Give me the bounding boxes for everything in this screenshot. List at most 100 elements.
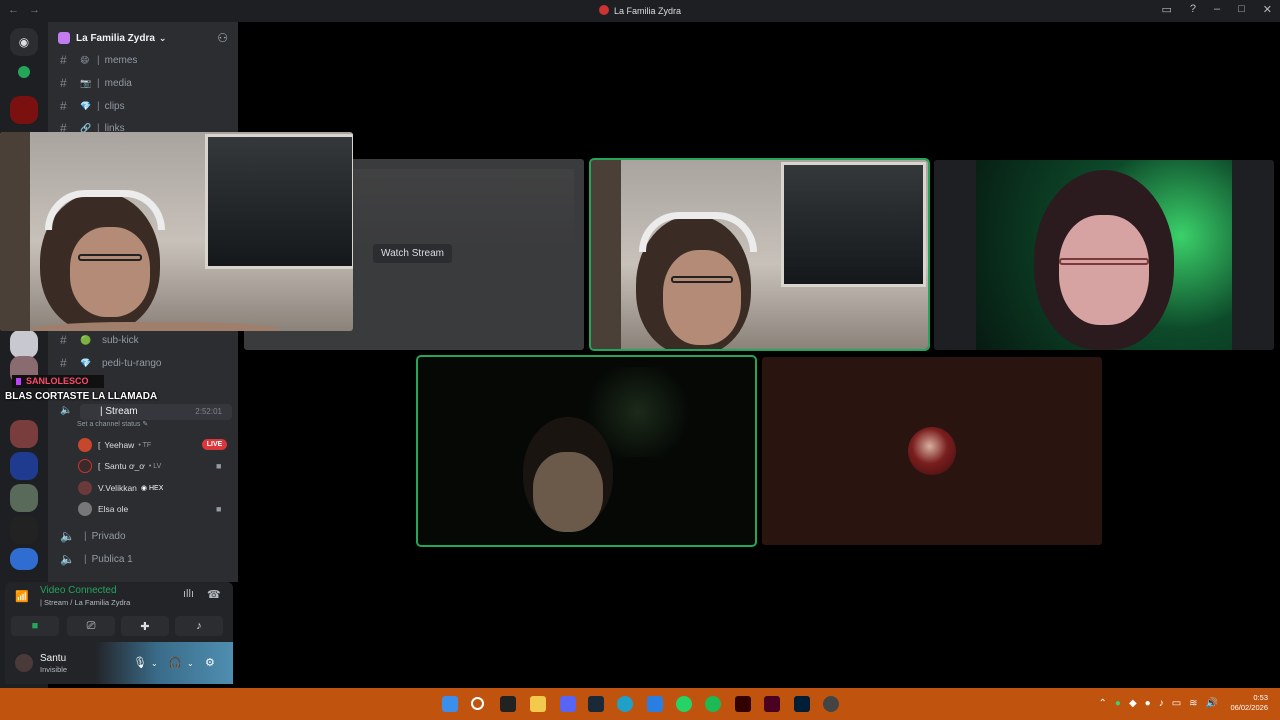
user-avatar[interactable] [13,652,35,674]
close-button[interactable]: ✕ [1263,3,1272,16]
tray-app-icon[interactable]: ● [1115,698,1121,709]
headphones [639,212,757,252]
online-server-icon[interactable] [18,66,30,78]
person-face [1059,215,1149,325]
avatar [78,438,92,452]
video-tile-santu[interactable] [589,158,930,351]
whatsapp-icon[interactable] [676,696,692,712]
channel-emoji: 📷 [80,77,92,88]
indesign-icon[interactable] [764,696,780,712]
channel-emoji: 😄 [80,54,90,65]
app-icon[interactable] [823,696,839,712]
watch-stream-button[interactable]: Watch Stream [373,244,452,263]
photoshop-icon[interactable] [794,696,810,712]
file-explorer-icon[interactable] [530,696,546,712]
headphones-icon[interactable]: 🎧 [168,656,182,669]
channel-name: clips [104,100,125,112]
tray-app-icon[interactable]: ● [1145,698,1151,709]
soundboard-button[interactable]: ♪ [175,616,223,636]
background-window [205,134,353,269]
discord-app-icon[interactable] [560,696,576,712]
settings-gear-icon[interactable]: ⚙ [205,656,215,669]
illustrator-icon[interactable] [735,696,751,712]
server-icon-4[interactable] [10,452,38,480]
live-badge: LIVE [202,439,227,450]
channel-sub-kick[interactable]: # 🟢 sub-kick [60,330,139,350]
spotify-icon[interactable] [705,696,721,712]
system-tray: ⌃ ● ◆ ● ♪ ▭ ≋ 🔊 [1099,698,1218,709]
server-icon-csgo[interactable] [10,516,38,544]
user-avatar [908,427,956,475]
video-tile-elsa[interactable] [416,355,757,547]
server-icon-1[interactable] [10,330,38,358]
steam-icon[interactable] [588,696,604,712]
chevron-down-icon[interactable]: ⌄ [187,659,194,668]
voice-member-santu[interactable]: [ Santu ơ_ơ • LV [78,457,161,475]
video-tile-avatar-only[interactable] [762,357,1102,545]
channel-name: Publica 1 [91,553,133,565]
hash-icon: # [60,333,67,347]
voice-status[interactable]: Video Connected [40,585,117,596]
inbox-icon[interactable]: ▭ [1161,3,1171,16]
headphones [45,190,165,230]
channel-memes[interactable]: # 😄 | memes [60,50,137,70]
window-title: La Familia Zydra [0,5,1280,16]
search-icon[interactable] [471,697,484,710]
store-icon[interactable] [647,696,663,712]
server-logo-icon [598,5,609,15]
microphone-icon[interactable]: 🎙 [133,656,147,669]
edge-browser-icon[interactable] [617,696,633,712]
channel-name: sub-kick [102,334,139,346]
help-icon[interactable]: ? [1190,3,1196,16]
camera-toggle-button[interactable]: ■ [11,616,59,636]
chevron-up-icon[interactable]: ⌃ [1099,698,1107,709]
clock[interactable]: 0:53 06/02/2026 [1230,693,1268,713]
windows-start-icon[interactable] [442,696,458,712]
title-bar: ← → La Familia Zydra ▭ ? – □ ✕ [0,0,1280,22]
battery-icon[interactable]: ▭ [1172,698,1181,709]
discord-home-icon[interactable]: ◉ [10,28,38,56]
voice-member-elsa[interactable]: Elsa ole [78,500,128,518]
background-window [781,162,926,287]
channel-clips[interactable]: # 💎 | clips [60,96,125,116]
server-icon-3[interactable] [10,420,38,448]
maximize-button[interactable]: □ [1238,3,1245,16]
channel-emoji: 🟢 [80,334,92,345]
activities-button[interactable]: ✚ [121,616,169,636]
voice-channel-publica[interactable]: 🔈 | Publica 1 [60,549,133,569]
voice-member-yeehaw[interactable]: [ Yeehaw • TF [78,436,151,454]
stream-duration: 2:52:01 [195,407,222,416]
volume-icon[interactable]: 🔊 [1206,698,1218,709]
server-icon-5[interactable] [10,484,38,512]
username[interactable]: Santu [40,653,66,664]
minimize-button[interactable]: – [1214,3,1220,16]
avatar [78,481,92,495]
disconnect-icon[interactable]: ☎ [207,588,221,601]
server-icon [58,32,70,44]
tray-app-icon[interactable]: ◆ [1129,698,1137,709]
shelf [0,132,30,331]
glasses [78,254,142,261]
voice-member-velikkan[interactable]: V.Velikkan ◉ HEX [78,479,163,497]
channel-media[interactable]: # 📷 | media [60,73,132,93]
microphone-icon[interactable]: ♪ [1159,698,1164,709]
video-tile-velikkan[interactable] [934,160,1274,350]
channel-status-hint[interactable]: Set a channel status ✎ [77,420,148,428]
server-icon-6[interactable] [10,548,38,570]
signal-icon[interactable]: 📶 [15,590,29,603]
chevron-down-icon[interactable]: ⌄ [151,659,158,668]
wifi-icon[interactable]: ≋ [1189,698,1197,709]
server-icon-red[interactable] [10,96,38,124]
add-member-icon[interactable]: ⚇ [217,31,228,45]
avatar [78,502,92,516]
screen-share-button[interactable]: ⎚ [67,616,115,636]
task-view-icon[interactable] [500,696,516,712]
noise-suppression-icon[interactable]: ıllı [183,588,194,600]
channel-name: memes [104,54,138,66]
person-face [70,227,150,317]
channel-pedi-tu-rango[interactable]: # 💎 pedi-tu-rango [60,353,161,373]
channel-name: pedi-tu-rango [102,357,162,369]
user-panel: Santu Invisible 🎙 ⌄ 🎧 ⌄ ⚙ [5,642,233,684]
voice-channel-stream[interactable]: | Stream 2:52:01 [80,404,232,420]
voice-channel-privado[interactable]: 🔈 | Privado [60,526,126,546]
